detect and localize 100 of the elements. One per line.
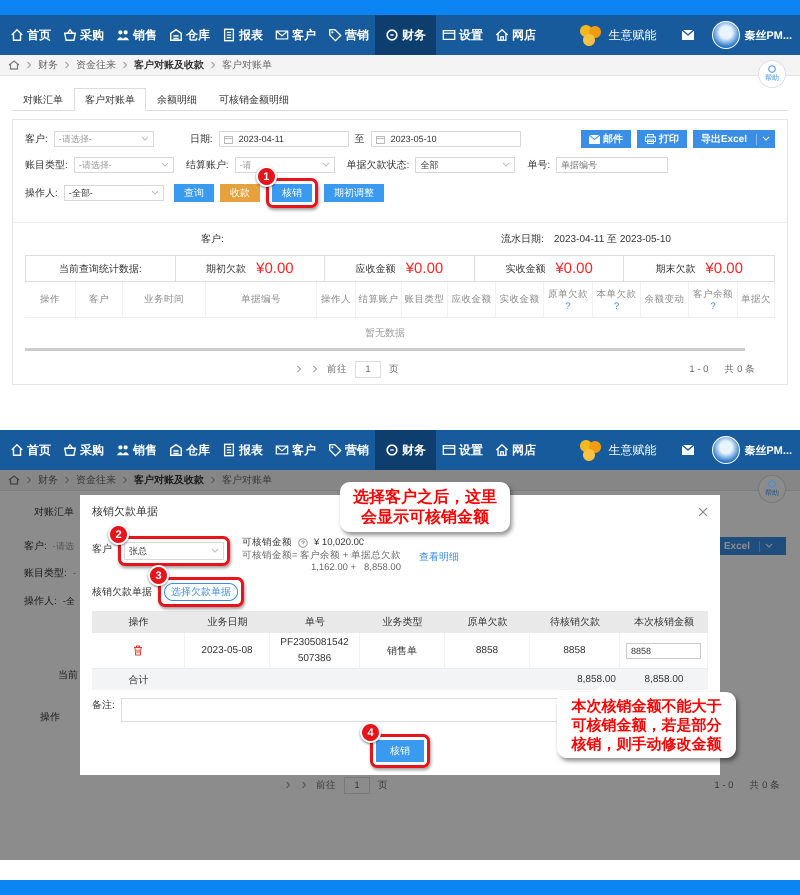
column-header: 业务时间 (123, 282, 206, 317)
nav-item[interactable]: 客户 (269, 15, 322, 55)
caret-icon (765, 542, 773, 548)
mail-icon[interactable] (682, 445, 694, 455)
caret-icon (150, 190, 159, 196)
column-header: 待核销欠款 (530, 611, 620, 633)
printer-icon (644, 134, 656, 144)
step-badge: 2 (108, 524, 129, 545)
range-text: 1 - 0 (714, 780, 734, 790)
breadcrumb-item[interactable]: 客户对账及收款 (134, 473, 204, 487)
flower-logo-icon (577, 439, 604, 461)
select-value[interactable]: -全 (62, 594, 75, 608)
field-label: 客户: (25, 132, 48, 146)
page-input[interactable]: 1 (355, 360, 381, 378)
number-input[interactable]: 单据编号 (556, 157, 668, 173)
column-header: 本次核销金额 (620, 611, 708, 633)
chevron-icon (121, 61, 129, 69)
select-bills-button[interactable]: 选择欠款单据 (164, 583, 238, 601)
nav-item[interactable]: 网店 (489, 15, 542, 55)
tab[interactable]: 余额明细 (146, 88, 208, 110)
home-icon[interactable] (8, 475, 20, 485)
breadcrumb-item[interactable]: 财务 (38, 58, 58, 72)
nav-item[interactable]: 营销 (322, 430, 375, 470)
step-badge: 4 (360, 722, 381, 743)
tab[interactable]: 对账汇单 (34, 505, 74, 519)
mail-icon[interactable] (682, 30, 694, 40)
user-name[interactable]: 秦丝PM... (744, 28, 792, 42)
help-icon (768, 480, 776, 488)
total-text: 共 0 条 (749, 778, 780, 792)
nav-item[interactable]: 采购 (57, 15, 110, 55)
breadcrumb-item[interactable]: 客户对账单 (222, 58, 272, 72)
people-icon (116, 443, 130, 457)
calendar-icon (224, 134, 233, 144)
nav-item[interactable]: 仓库 (163, 430, 216, 470)
nav-item[interactable]: 报表 (216, 15, 269, 55)
tab[interactable]: 客户对账单 (74, 88, 146, 111)
home-icon (10, 443, 24, 457)
nav-item[interactable]: 首页 (4, 430, 57, 470)
stat-value: ¥0.00 (256, 260, 294, 277)
nav-item[interactable]: 营销 (322, 15, 375, 55)
mail-icon (588, 134, 600, 144)
range-separator: 至 (354, 133, 365, 146)
operator-select[interactable]: -全部- (64, 185, 164, 201)
breadcrumb-item[interactable]: 资金往来 (76, 58, 116, 72)
customer-select[interactable]: 张总 (124, 542, 224, 560)
user-name[interactable]: 秦丝PM... (744, 442, 792, 458)
previous-icon (295, 365, 303, 373)
brand-name[interactable]: 生意赋能 (608, 442, 656, 458)
trash-icon[interactable] (133, 645, 143, 656)
column-header: 本单欠款 ? (593, 282, 641, 317)
tab[interactable]: 对账汇单 (12, 88, 74, 110)
column-header: 余额变动 (641, 282, 689, 317)
tab[interactable]: 可核销金额明细 (208, 88, 300, 110)
nav-item[interactable]: 首页 (4, 15, 57, 55)
nav-item[interactable]: 采购 (57, 430, 110, 470)
caret-icon (140, 136, 149, 142)
nav-item[interactable]: 网店 (489, 430, 542, 470)
nav-item[interactable]: 客户 (269, 430, 322, 470)
table-cell: 8,858.00 (530, 669, 620, 690)
nav-item[interactable]: 销售 (110, 430, 163, 470)
flower-logo-icon (577, 24, 604, 46)
avatar[interactable] (712, 436, 740, 464)
home-icon[interactable] (8, 60, 20, 70)
goto-label: 前往 (316, 778, 336, 792)
window-icon (442, 28, 456, 42)
column-header: 操作 (25, 282, 76, 317)
nav-item[interactable]: 财务 (375, 430, 436, 470)
stat-label: 期初欠款 (206, 262, 246, 276)
field-label: 账目类型: (25, 158, 68, 172)
warehouse-icon (169, 443, 183, 457)
chevron-icon (25, 476, 33, 484)
column-header: 原单欠款 ? (544, 282, 593, 317)
nav-item[interactable]: 销售 (110, 15, 163, 55)
field-label: 单号: (527, 158, 550, 172)
amount-input[interactable]: 8858 (626, 642, 701, 658)
nav-item[interactable]: 仓库 (163, 15, 216, 55)
date-field[interactable]: 2023-04-11 (218, 131, 349, 147)
date-field[interactable]: 2023-05-10 (370, 131, 521, 147)
help-icon[interactable] (298, 538, 308, 548)
avatar[interactable] (712, 21, 740, 49)
brand-name[interactable]: 生意赋能 (608, 26, 656, 44)
available-label: 可核销金额 (242, 536, 292, 549)
document-icon (222, 28, 236, 42)
callout-tooltip: 本次核销金额不能大于可核销金额，若是部分核销，则手动修改金额 (557, 692, 736, 758)
mail-icon (275, 443, 289, 457)
nav-item[interactable]: 财务 (375, 15, 436, 55)
field-label: 操作人: (24, 595, 57, 608)
formula-text: 可核销金额= 客户余额 + 单据总欠款 (242, 549, 402, 562)
nav-item[interactable]: 设置 (436, 15, 489, 55)
breadcrumb-item[interactable]: 客户对账及收款 (134, 58, 204, 72)
stat-label: 期末欠款 (655, 262, 696, 276)
calendar-icon (376, 134, 385, 144)
nav-item[interactable]: 报表 (216, 430, 269, 470)
close-icon[interactable] (698, 506, 708, 516)
column-header: 操作 (92, 611, 185, 633)
nav-item[interactable]: 设置 (436, 430, 489, 470)
page-input[interactable]: 1 (344, 776, 370, 794)
chevron-icon (121, 476, 129, 484)
chevron-icon (209, 476, 217, 484)
status-select[interactable]: 全部 (415, 157, 516, 173)
